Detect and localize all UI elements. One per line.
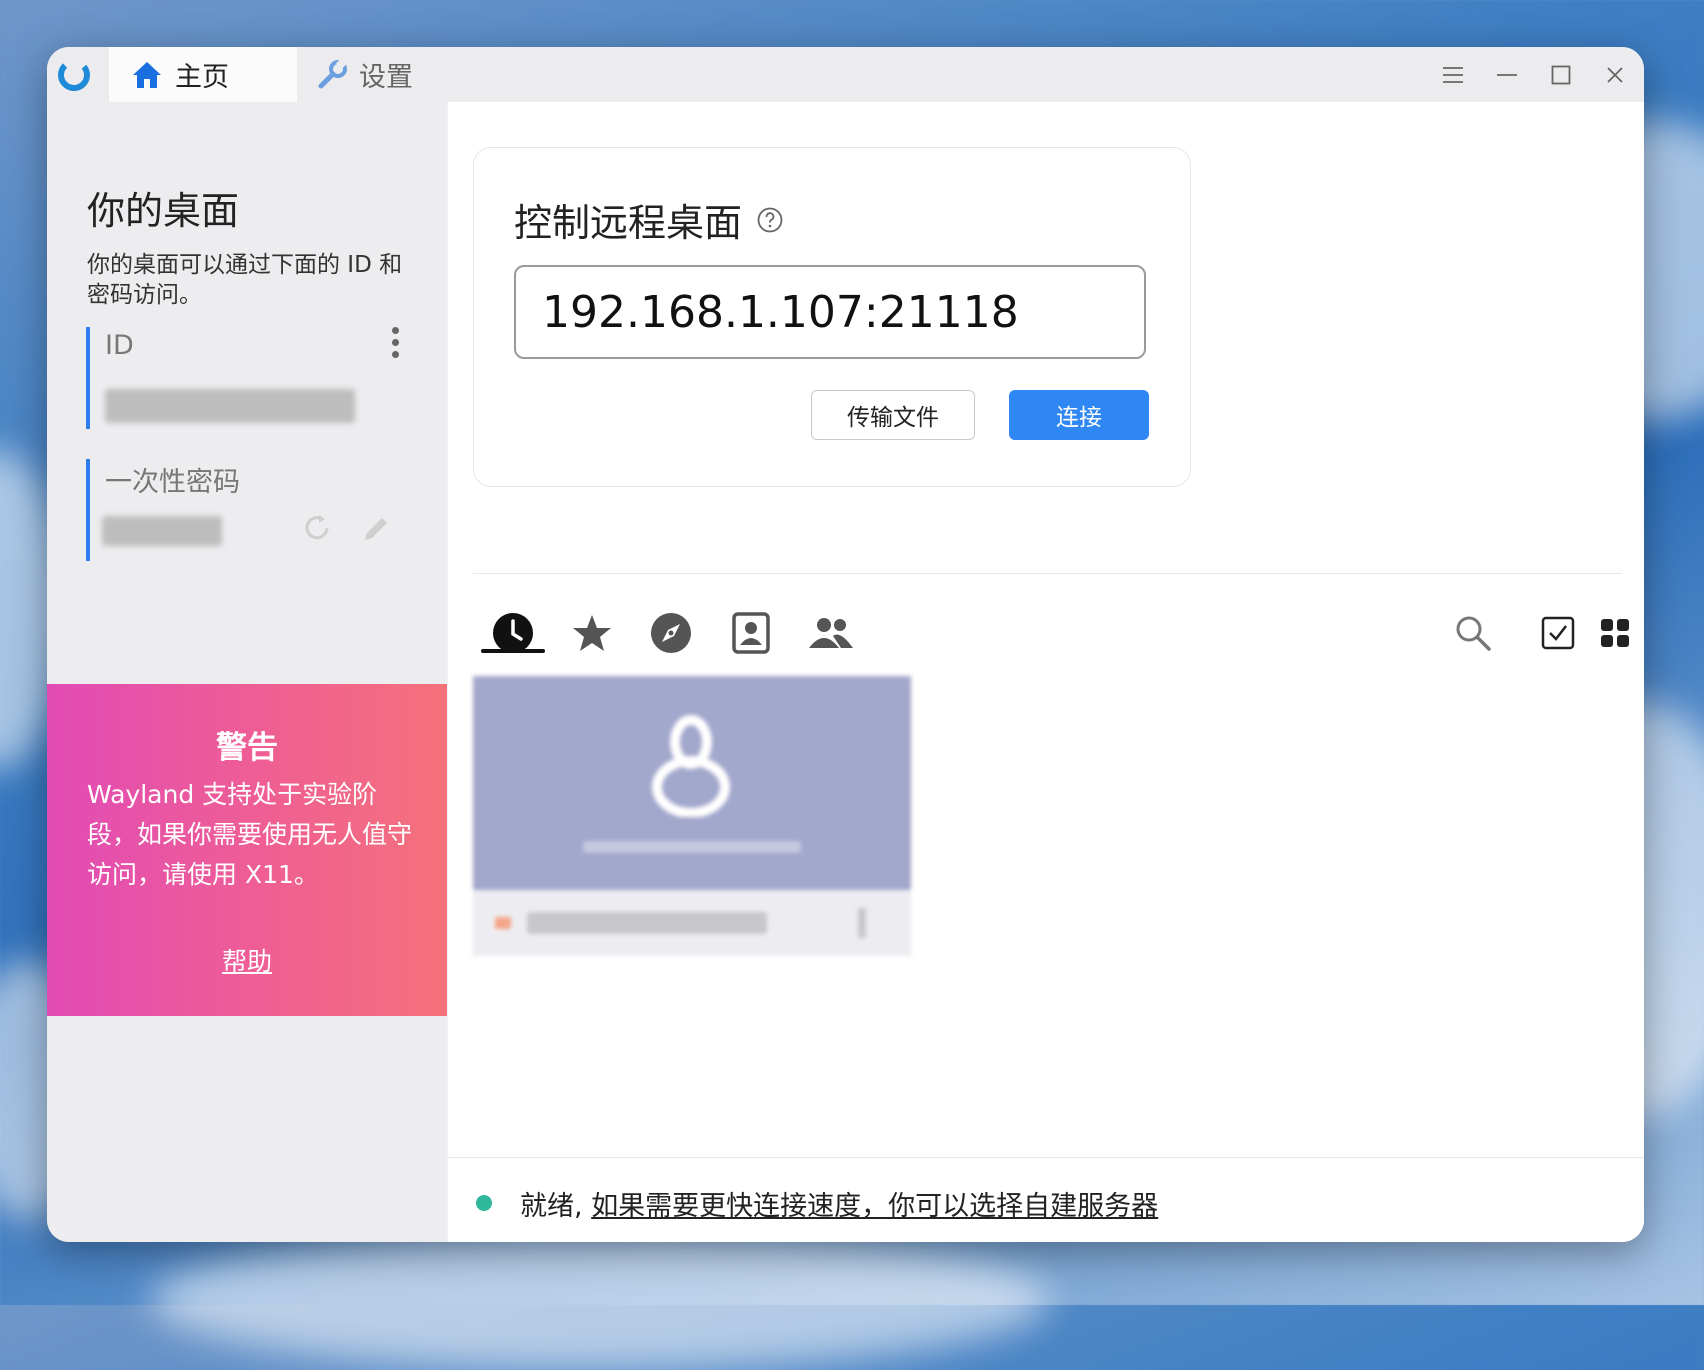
- your-desktop-title: 你的桌面: [87, 189, 240, 233]
- clock-icon: [493, 613, 533, 653]
- app-logo-icon: [58, 59, 90, 91]
- id-value-redacted[interactable]: [105, 389, 355, 423]
- password-field-accent: [86, 459, 90, 561]
- status-bar: 就绪, 如果需要更快连接速度，你可以选择自建服务器: [448, 1157, 1644, 1242]
- tab-settings[interactable]: 设置: [315, 47, 413, 102]
- remote-id-input[interactable]: [514, 265, 1146, 359]
- peer-platform-badge: [495, 917, 511, 929]
- home-icon: [133, 61, 161, 88]
- peer-hostname-redacted: [583, 841, 801, 853]
- search-button[interactable]: [1448, 608, 1498, 658]
- edit-password-icon[interactable]: [359, 512, 393, 546]
- search-icon: [1456, 616, 1491, 651]
- your-desktop-description: 你的桌面可以通过下面的 ID 和密码访问。: [87, 252, 403, 308]
- status-text: 就绪, 如果需要更快连接速度，你可以选择自建服务器: [520, 1184, 1158, 1223]
- maximize-button[interactable]: [1545, 59, 1577, 91]
- close-icon: [1607, 67, 1623, 83]
- minimize-button[interactable]: [1491, 59, 1523, 91]
- control-remote-title-text: 控制远程桌面: [514, 201, 743, 245]
- connect-card: 控制远程桌面 传输文件 连接: [473, 147, 1191, 487]
- peer-card-thumbnail: [473, 676, 911, 890]
- grid-view-button[interactable]: [1590, 608, 1640, 658]
- refresh-password-icon[interactable]: [300, 511, 334, 545]
- minimize-icon: [1497, 74, 1517, 76]
- peer-menu-redacted[interactable]: [858, 908, 866, 938]
- transfer-file-button[interactable]: 传输文件: [811, 390, 975, 440]
- menu-button[interactable]: [1437, 59, 1469, 91]
- password-value-redacted[interactable]: [102, 516, 222, 546]
- tab-home-label: 主页: [175, 62, 229, 93]
- one-time-password-label: 一次性密码: [105, 467, 240, 498]
- main-panel: 控制远程桌面 传输文件 连接: [448, 102, 1644, 1242]
- status-ready-text: 就绪,: [520, 1191, 583, 1222]
- tab-settings-label: 设置: [359, 62, 413, 93]
- wayland-warning-panel: 警告 Wayland 支持处于实验阶段，如果你需要使用无人值守访问，请使用 X1…: [47, 684, 447, 1016]
- people-icon: [809, 618, 853, 648]
- tab-discovered[interactable]: [646, 608, 696, 658]
- id-label: ID: [105, 330, 134, 361]
- checkbox-icon: [1541, 616, 1575, 650]
- app-window: 主页 设置 你的桌面 你的桌面可以通过下面的 ID 和密码访问。 ID 一次性密…: [47, 47, 1644, 1242]
- peer-card-footer: [473, 890, 911, 956]
- id-field-accent: [86, 327, 90, 429]
- contact-book-icon: [732, 612, 770, 654]
- sidebar: 你的桌面 你的桌面可以通过下面的 ID 和密码访问。 ID 一次性密码 警告 W…: [47, 102, 447, 1242]
- wrench-icon: [318, 57, 347, 88]
- warning-title: 警告: [216, 730, 278, 766]
- select-mode-button[interactable]: [1533, 608, 1583, 658]
- tab-address-book[interactable]: [726, 608, 776, 658]
- compass-icon: [651, 613, 691, 653]
- section-divider: [473, 573, 1622, 574]
- tab-home[interactable]: 主页: [109, 47, 297, 102]
- menu-icon: [1443, 67, 1463, 83]
- linux-penguin-icon: [652, 715, 730, 817]
- close-button[interactable]: [1599, 59, 1631, 91]
- active-tab-indicator: [481, 649, 545, 653]
- connection-status-dot: [476, 1195, 492, 1211]
- tab-group[interactable]: [806, 608, 856, 658]
- peer-card-redacted[interactable]: [473, 676, 911, 956]
- id-options-button[interactable]: [392, 327, 400, 363]
- title-bar: 主页 设置: [47, 47, 1644, 102]
- help-icon[interactable]: [756, 206, 784, 234]
- self-hosted-server-link[interactable]: 如果需要更快连接速度，你可以选择自建服务器: [591, 1191, 1158, 1222]
- grid-view-icon: [1601, 619, 1629, 647]
- warning-body: Wayland 支持处于实验阶段，如果你需要使用无人值守访问，请使用 X11。: [87, 780, 413, 889]
- control-remote-title: 控制远程桌面: [514, 192, 784, 247]
- warning-help-link[interactable]: 帮助: [47, 942, 447, 978]
- connect-button[interactable]: 连接: [1009, 390, 1149, 440]
- tab-favorites[interactable]: [567, 608, 617, 658]
- maximize-icon: [1551, 65, 1571, 85]
- peer-id-redacted: [527, 912, 767, 934]
- star-icon: [573, 615, 611, 651]
